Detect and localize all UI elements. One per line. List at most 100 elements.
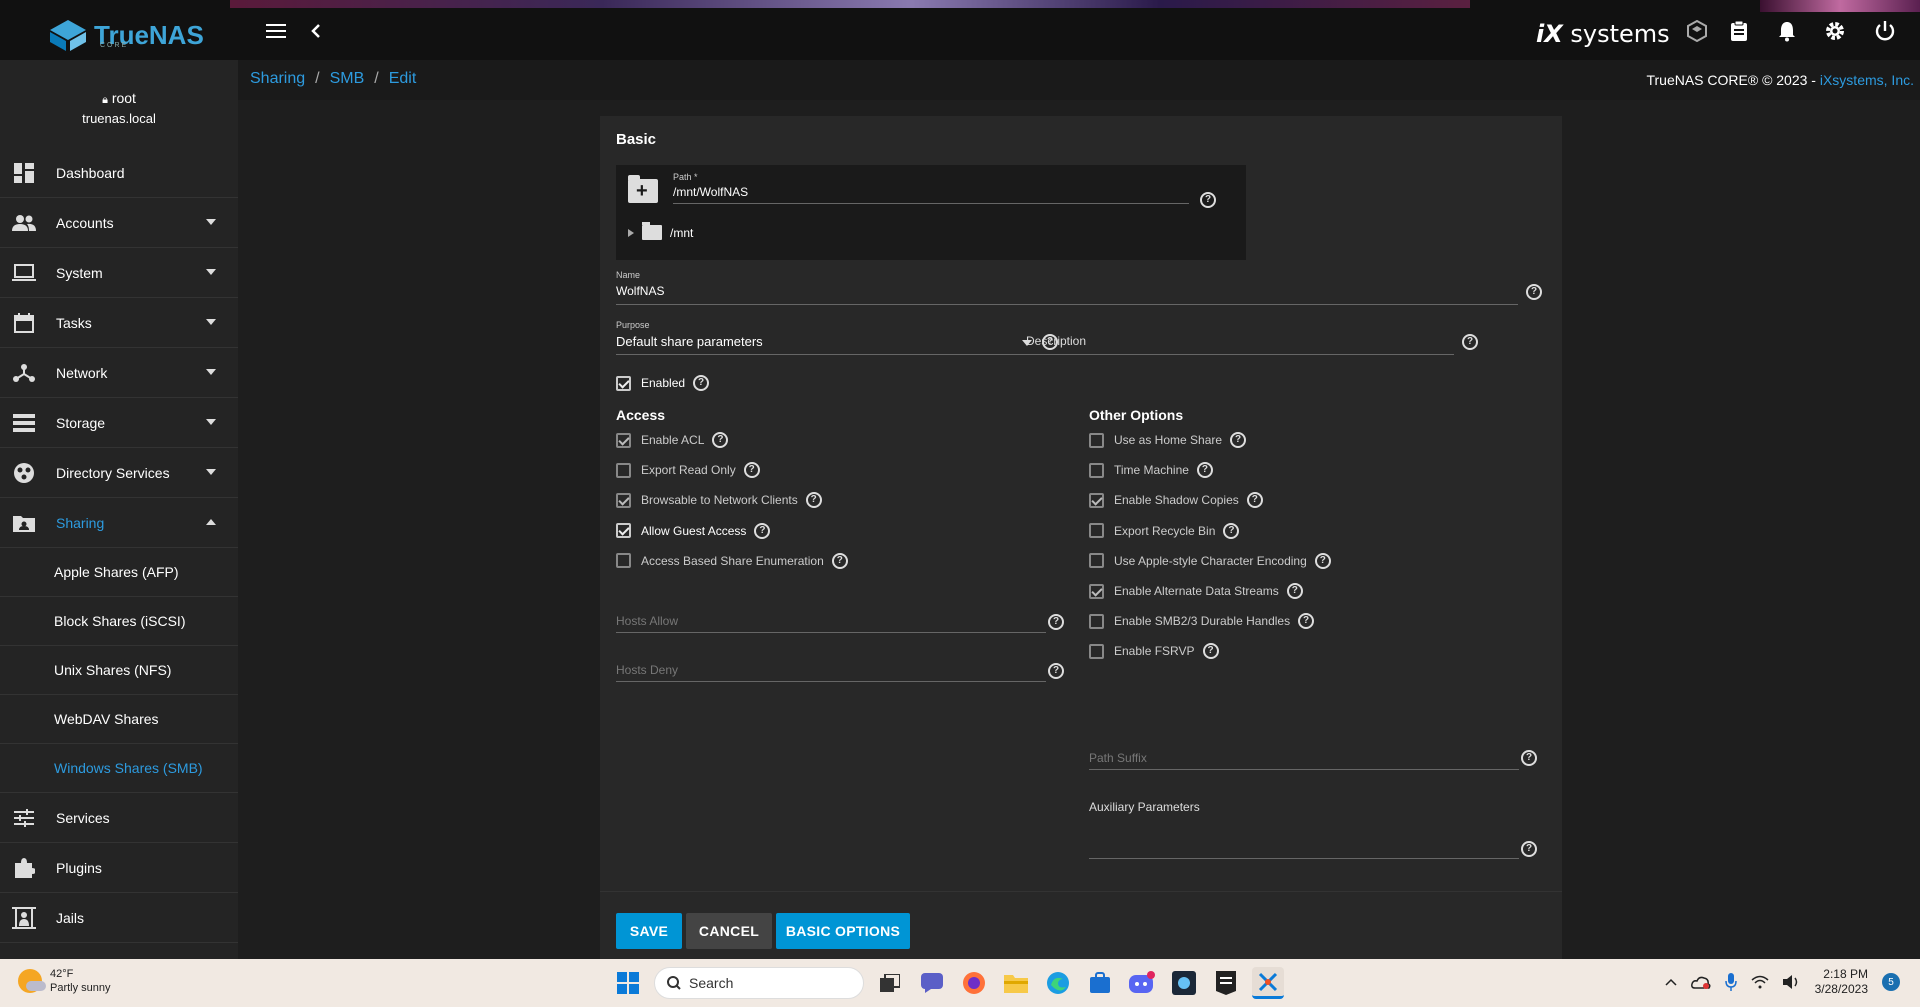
help-icon[interactable]: ?: [1298, 613, 1315, 630]
path-suffix-input[interactable]: Path Suffix: [1089, 751, 1147, 765]
help-icon[interactable]: ?: [831, 552, 848, 569]
game-app-button[interactable]: [1168, 967, 1200, 999]
sidebar-item-plugins[interactable]: Plugins: [0, 843, 238, 893]
microphone-icon[interactable]: [1724, 973, 1737, 991]
access-option-checkbox[interactable]: [616, 432, 631, 448]
help-icon[interactable]: ?: [1196, 462, 1213, 479]
other-option-checkbox[interactable]: [1089, 553, 1104, 569]
weather-widget[interactable]: 42°F Partly sunny: [18, 967, 111, 995]
sidebar-item-jails[interactable]: Jails: [0, 893, 238, 943]
other-option-checkbox-row[interactable]: Enable Shadow Copies?: [1089, 492, 1263, 509]
help-icon[interactable]: ?: [1462, 334, 1478, 350]
help-icon[interactable]: ?: [1200, 192, 1216, 208]
other-option-checkbox-row[interactable]: Time Machine?: [1089, 462, 1213, 479]
sidebar-item-accounts[interactable]: Accounts: [0, 198, 238, 248]
access-option-checkbox-row[interactable]: Export Read Only?: [616, 462, 760, 479]
other-option-checkbox-row[interactable]: Enable SMB2/3 Durable Handles?: [1089, 613, 1315, 630]
file-explorer-button[interactable]: [1000, 967, 1032, 999]
other-option-checkbox[interactable]: [1089, 613, 1104, 629]
chevron-up-icon[interactable]: [1665, 978, 1677, 986]
access-option-checkbox[interactable]: [616, 523, 631, 539]
other-option-checkbox[interactable]: [1089, 432, 1104, 448]
help-icon[interactable]: ?: [1314, 552, 1331, 569]
sidebar-item-network[interactable]: Network: [0, 348, 238, 398]
power-button[interactable]: [1872, 18, 1898, 44]
help-icon[interactable]: ?: [1246, 492, 1263, 509]
hosts-deny-input[interactable]: Hosts Deny: [616, 663, 678, 677]
teams-chat-button[interactable]: [916, 967, 948, 999]
access-option-checkbox-row[interactable]: Access Based Share Enumeration?: [616, 552, 848, 569]
access-option-checkbox[interactable]: [616, 492, 631, 508]
help-icon[interactable]: ?: [1521, 841, 1537, 857]
help-icon[interactable]: ?: [754, 522, 771, 539]
access-option-checkbox-row[interactable]: Browsable to Network Clients?: [616, 492, 822, 509]
firefox-button[interactable]: [958, 967, 990, 999]
start-button[interactable]: [612, 967, 644, 999]
tree-node-mnt[interactable]: /mnt: [628, 222, 693, 240]
access-option-checkbox[interactable]: [616, 553, 631, 569]
basic-options-button[interactable]: BASIC OPTIONS: [776, 913, 910, 949]
back-button[interactable]: [303, 18, 329, 44]
access-option-checkbox-row[interactable]: Enable ACL?: [616, 432, 729, 448]
sidebar-subitem-smb[interactable]: Windows Shares (SMB): [0, 744, 238, 793]
help-icon[interactable]: ?: [743, 462, 760, 479]
edge-button[interactable]: [1042, 967, 1074, 999]
other-option-checkbox-row[interactable]: Enable FSRVP?: [1089, 643, 1219, 660]
other-option-checkbox-row[interactable]: Use as Home Share?: [1089, 432, 1247, 448]
task-view-button[interactable]: [874, 967, 906, 999]
sidebar-subitem-iscsi[interactable]: Block Shares (iSCSI): [0, 597, 238, 646]
cloud-sync-icon[interactable]: [1690, 975, 1711, 989]
alerts-button[interactable]: [1774, 18, 1800, 44]
sidebar-item-sharing[interactable]: Sharing: [0, 498, 238, 548]
truecommand-button[interactable]: [1684, 18, 1710, 44]
access-option-checkbox[interactable]: [616, 462, 631, 478]
breadcrumb-smb[interactable]: SMB: [330, 70, 365, 88]
sidebar-item-directory-services[interactable]: Directory Services: [0, 448, 238, 498]
help-icon[interactable]: ?: [1202, 643, 1219, 660]
help-icon[interactable]: ?: [1223, 522, 1240, 539]
cancel-button[interactable]: CANCEL: [686, 913, 772, 949]
sidebar-subitem-webdav[interactable]: WebDAV Shares: [0, 695, 238, 744]
create-folder-icon[interactable]: +: [628, 175, 658, 203]
help-icon[interactable]: ?: [805, 492, 822, 509]
help-icon[interactable]: ?: [1286, 583, 1303, 599]
sidebar-item-dashboard[interactable]: Dashboard: [0, 148, 238, 198]
task-manager-button[interactable]: [1726, 18, 1752, 44]
other-option-checkbox[interactable]: [1089, 643, 1104, 659]
other-option-checkbox[interactable]: [1089, 492, 1104, 508]
other-option-checkbox[interactable]: [1089, 583, 1104, 599]
volume-icon[interactable]: [1782, 975, 1801, 989]
other-option-checkbox[interactable]: [1089, 462, 1104, 478]
ixsystems-logo[interactable]: iXiXsystems systems: [1536, 20, 1670, 48]
clock[interactable]: 2:18 PM 3/28/2023: [1815, 967, 1868, 997]
purpose-select[interactable]: Default share parameters: [616, 334, 763, 349]
sidebar-subitem-nfs[interactable]: Unix Shares (NFS): [0, 646, 238, 695]
path-input[interactable]: /mnt/WolfNAS: [673, 185, 748, 199]
discord-button[interactable]: [1126, 967, 1158, 999]
menu-toggle-button[interactable]: [263, 18, 289, 44]
sidebar-item-system[interactable]: System: [0, 248, 238, 298]
name-input[interactable]: WolfNAS: [616, 284, 664, 298]
breadcrumb-sharing[interactable]: Sharing: [250, 70, 305, 88]
help-icon[interactable]: ?: [693, 375, 710, 391]
help-icon[interactable]: ?: [1048, 663, 1064, 679]
description-input[interactable]: Description: [1026, 334, 1086, 348]
hosts-allow-input[interactable]: Hosts Allow: [616, 614, 678, 628]
sidebar-item-tasks[interactable]: Tasks: [0, 298, 238, 348]
help-icon[interactable]: ?: [712, 432, 729, 448]
copyright-link[interactable]: iXsystems, Inc.: [1820, 72, 1914, 88]
other-option-checkbox[interactable]: [1089, 523, 1104, 539]
store-button[interactable]: [1084, 967, 1116, 999]
wifi-icon[interactable]: [1751, 975, 1769, 989]
epic-games-button[interactable]: [1210, 967, 1242, 999]
enabled-checkbox-row[interactable]: Enabled ?: [616, 375, 710, 391]
other-option-checkbox-row[interactable]: Use Apple-style Character Encoding?: [1089, 552, 1331, 569]
settings-button[interactable]: [1822, 18, 1848, 44]
auxiliary-parameters-textarea[interactable]: [1089, 858, 1519, 859]
help-icon[interactable]: ?: [1526, 284, 1542, 300]
snipping-tool-button[interactable]: [1252, 967, 1284, 999]
enabled-checkbox[interactable]: [616, 375, 631, 391]
other-option-checkbox-row[interactable]: Enable Alternate Data Streams?: [1089, 583, 1303, 599]
sidebar-subitem-afp[interactable]: Apple Shares (AFP): [0, 548, 238, 597]
help-icon[interactable]: ?: [1521, 750, 1537, 766]
